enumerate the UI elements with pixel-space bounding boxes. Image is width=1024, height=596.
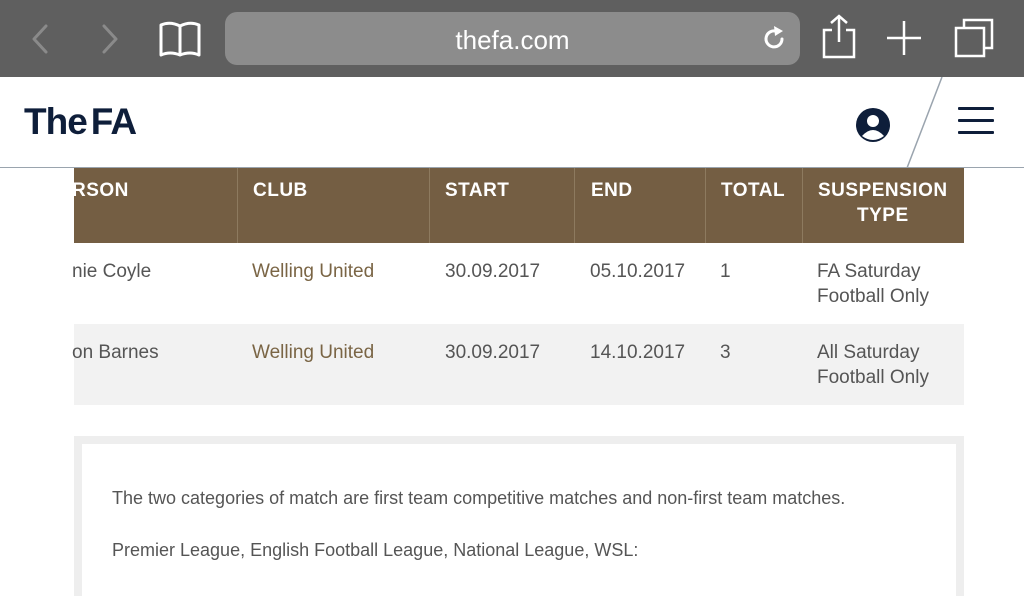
cell-suspension-type: All Saturday Football Only [817,340,929,390]
suspension-type-line: All Saturday [817,342,920,363]
forward-arrow-icon[interactable] [94,22,124,56]
the-fa-logo[interactable]: The FA [24,101,137,143]
cell-end: 14.10.2017 [590,342,686,363]
cell-start: 30.09.2017 [445,261,541,282]
cell-total: 3 [720,342,731,363]
header-end: END [591,180,633,201]
site-header: The FA [0,76,1024,169]
logo-fa: FA [90,101,137,142]
cell-start: 30.09.2017 [445,342,541,363]
header-start: START [445,180,510,201]
cell-total: 1 [720,261,731,282]
reload-icon[interactable] [760,25,788,53]
info-box-content: The two categories of match are first te… [82,444,956,596]
browser-toolbar: thefa.com [0,0,1024,77]
cell-end: 05.10.2017 [590,261,686,282]
tabs-overview-icon[interactable] [952,16,996,60]
header-type: TYPE [857,205,909,226]
share-icon[interactable] [820,14,858,60]
cell-club-link[interactable]: Welling United [252,340,374,365]
header-total: TOTAL [721,180,786,201]
header-person: RSON [72,180,129,201]
header-suspension: SUSPENSION [818,180,948,201]
column-divider [802,168,803,243]
column-divider [429,168,430,243]
cell-person: nie Coyle [72,261,152,282]
suspension-type-line: FA Saturday [817,261,921,282]
info-paragraph: The two categories of match are first te… [112,488,846,508]
info-box: The two categories of match are first te… [74,436,964,596]
table-header-row: RSON CLUB START END TOTAL SUSPENSION TYP… [72,168,964,243]
info-paragraph: Premier League, English Football League,… [112,540,639,560]
header-club: CLUB [253,180,308,201]
table-row: nie Coyle Welling United 30.09.2017 05.1… [72,243,964,324]
column-divider [574,168,575,243]
suspension-type-line: Football Only [817,286,929,307]
bookmarks-book-icon[interactable] [158,20,202,58]
table-row: on Barnes Welling United 30.09.2017 14.1… [72,324,964,405]
column-divider [705,168,706,243]
url-text: thefa.com [455,25,570,55]
account-user-icon[interactable] [856,108,890,142]
cell-suspension-type: FA Saturday Football Only [817,259,929,309]
header-divider-slash [900,76,950,169]
column-divider [237,168,238,243]
cell-person: on Barnes [72,342,159,363]
back-arrow-icon[interactable] [26,22,56,56]
address-bar[interactable]: thefa.com [225,12,800,65]
logo-the: The [24,101,88,142]
new-tab-plus-icon[interactable] [884,18,924,58]
suspension-type-line: Football Only [817,367,929,388]
hamburger-menu-icon[interactable] [958,107,994,137]
cell-club-link[interactable]: Welling United [252,259,374,284]
